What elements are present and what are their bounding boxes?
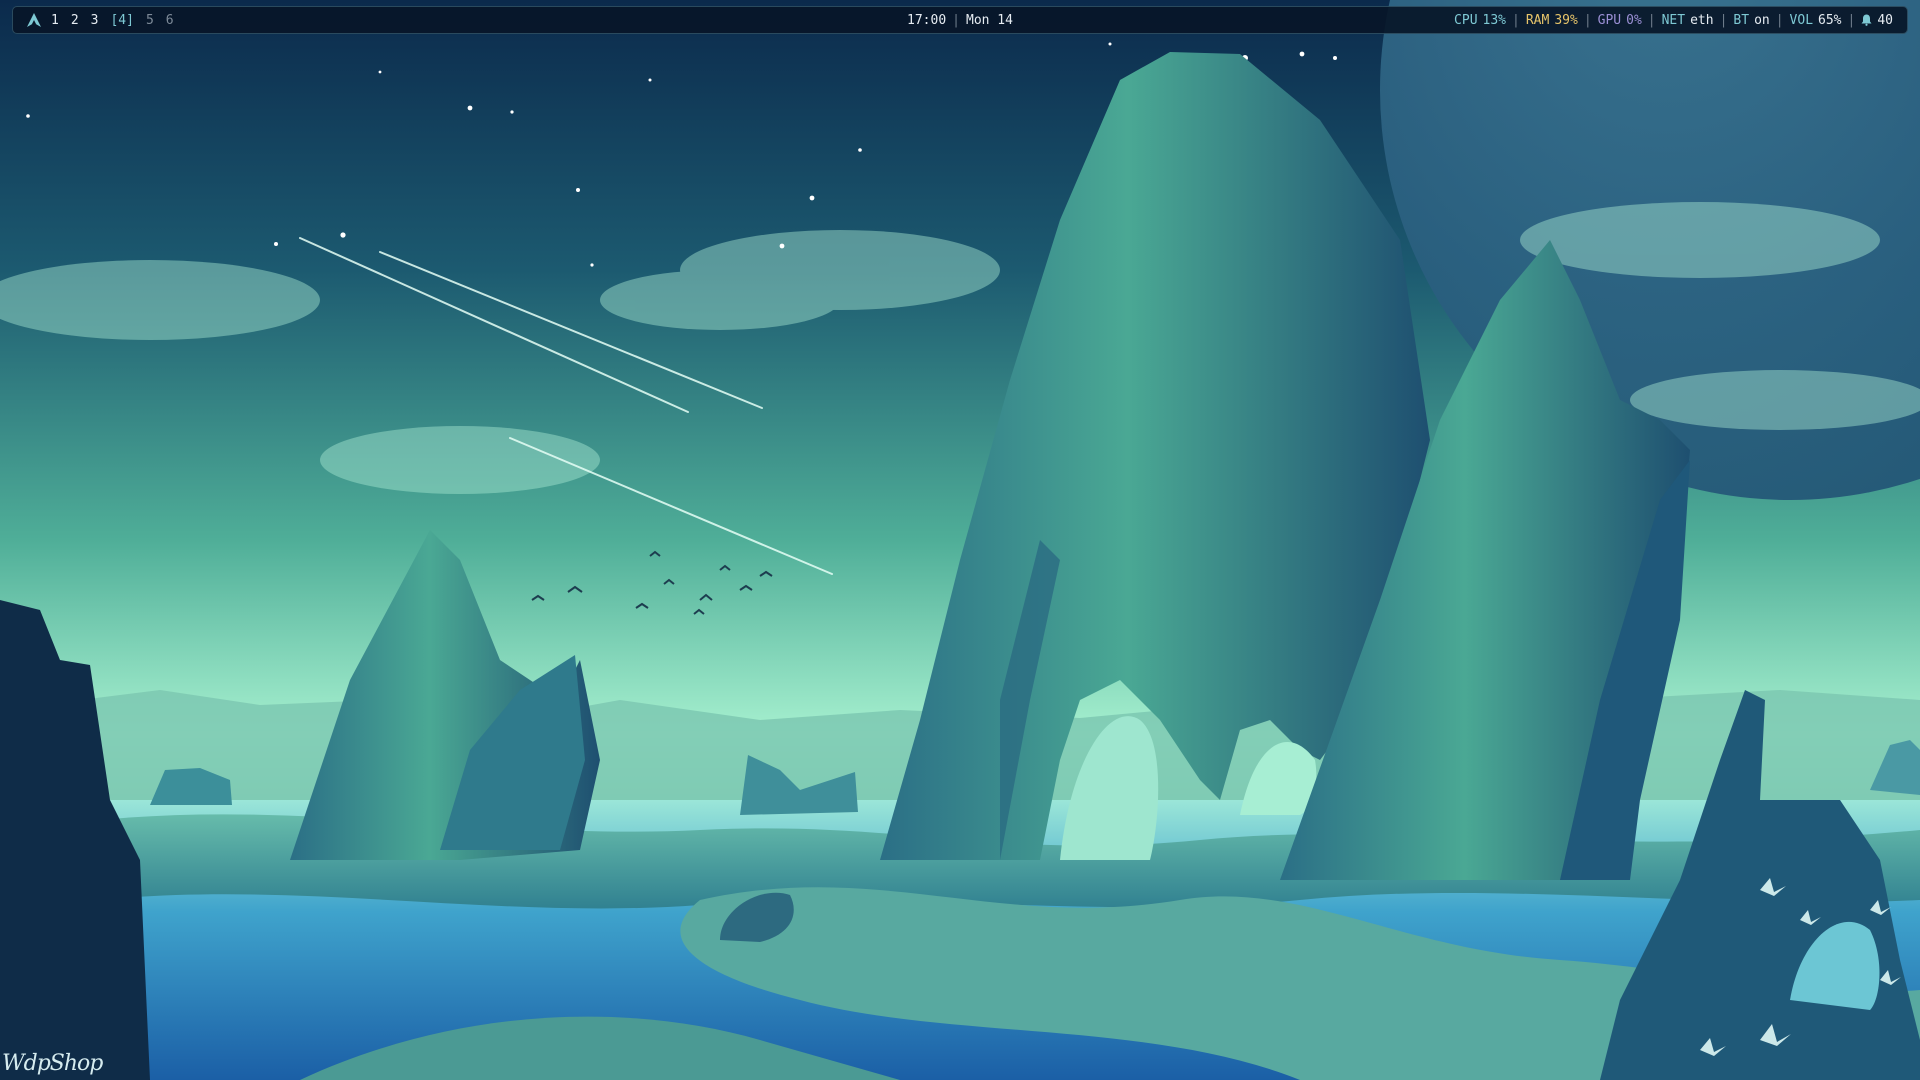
vol-value: 65%: [1818, 12, 1842, 28]
bell-icon: [1861, 14, 1872, 26]
workspace-switcher: 1 2 3 [4] 5 6: [27, 7, 186, 33]
clock-date[interactable]: Mon 14: [966, 13, 1013, 28]
gpu-value: 0%: [1626, 12, 1642, 28]
workspace-4-active[interactable]: [4]: [110, 13, 133, 28]
vol-label: VOL: [1789, 12, 1814, 28]
net-value: eth: [1690, 12, 1714, 28]
bluetooth-indicator[interactable]: BT on: [1733, 13, 1769, 28]
ram-label: RAM: [1525, 12, 1550, 28]
separator: |: [1647, 12, 1656, 28]
separator: |: [1775, 12, 1784, 28]
clock-time[interactable]: 17:00: [907, 13, 946, 28]
volume-indicator[interactable]: VOL 65%: [1790, 13, 1842, 28]
bt-label: BT: [1733, 12, 1750, 28]
cpu-label: CPU: [1454, 12, 1478, 28]
gpu-indicator[interactable]: GPU 0%: [1598, 13, 1642, 28]
workspace-3[interactable]: 3: [91, 13, 99, 28]
desktop-wallpaper: [0, 0, 1920, 1080]
net-label: NET: [1661, 12, 1686, 28]
separator: |: [1583, 12, 1592, 28]
arch-logo-icon[interactable]: [27, 13, 41, 27]
system-status: CPU 13% | RAM 39% | GPU 0% | NET eth | BT on …: [1454, 7, 1893, 33]
cpu-value: 13%: [1482, 12, 1507, 28]
workspace-2[interactable]: 2: [71, 13, 79, 28]
notification-count: 40: [1877, 12, 1893, 28]
network-indicator[interactable]: NET eth: [1662, 13, 1714, 28]
separator: |: [952, 12, 960, 28]
cpu-indicator[interactable]: CPU 13%: [1454, 13, 1506, 28]
bt-value: on: [1754, 12, 1770, 28]
notifications-indicator[interactable]: 40: [1861, 13, 1893, 28]
workspace-1[interactable]: 1: [51, 13, 59, 28]
workspace-5[interactable]: 5: [146, 13, 154, 28]
wallpaper-signature: WdpShop: [2, 1051, 103, 1076]
top-status-bar: 1 2 3 [4] 5 6 17:00 | Mon 14 CPU 13% | RA…: [12, 6, 1908, 34]
workspace-6[interactable]: 6: [166, 13, 174, 28]
ram-indicator[interactable]: RAM 39%: [1526, 13, 1578, 28]
ram-value: 39%: [1554, 12, 1578, 28]
gpu-label: GPU: [1597, 12, 1622, 28]
separator: |: [1719, 12, 1728, 28]
separator: |: [1847, 12, 1856, 28]
separator: |: [1512, 12, 1520, 28]
